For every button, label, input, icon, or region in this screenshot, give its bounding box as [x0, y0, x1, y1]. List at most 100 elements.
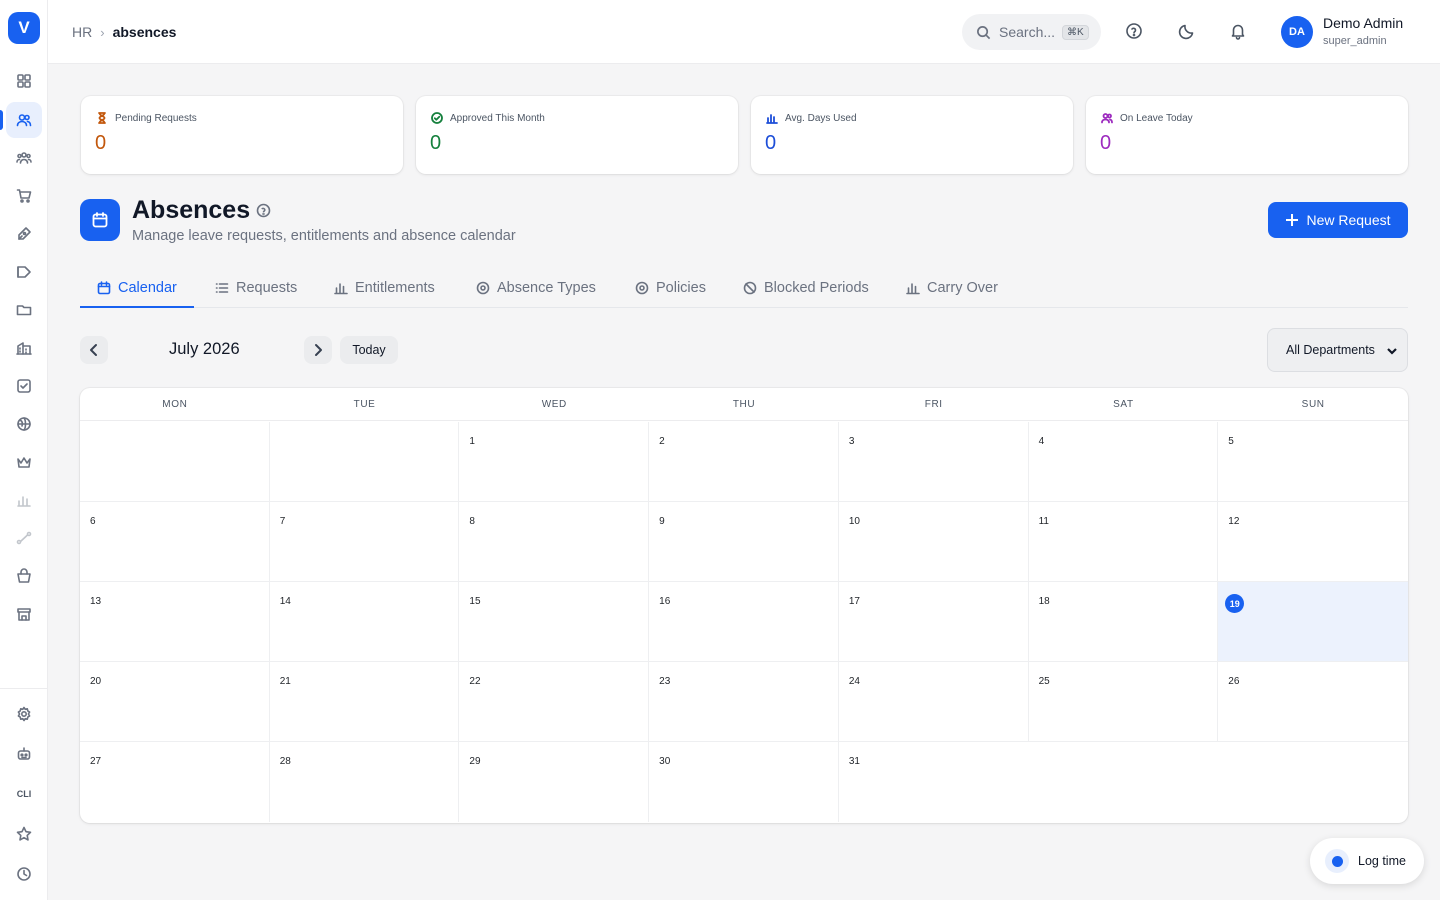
calendar-day-cell[interactable]: 22 [459, 662, 650, 742]
breadcrumb-current: absences [112, 24, 177, 40]
hourglass-icon [98, 112, 106, 124]
calendar-day-cell[interactable]: 11 [1028, 502, 1219, 582]
stat-label: Approved This Month [450, 112, 545, 124]
pen-icon[interactable] [6, 216, 42, 252]
day-number: 13 [90, 596, 102, 607]
calendar-day-cell[interactable]: 23 [649, 662, 839, 742]
next-month-button[interactable] [304, 336, 332, 364]
building-icon[interactable] [6, 330, 42, 366]
bar-chart-icon [906, 283, 920, 295]
calendar-day-cell[interactable]: 2 [649, 422, 839, 502]
tab-label: Absence Types [497, 280, 596, 296]
calendar-day-cell[interactable]: 14 [269, 582, 460, 662]
tab-carry-over[interactable]: Carry Over [906, 268, 998, 308]
calendar-day-cell[interactable]: 17 [838, 582, 1029, 662]
new-request-button[interactable]: New Request [1268, 202, 1408, 238]
moon-icon[interactable] [1178, 22, 1198, 42]
calendar-day-cell[interactable]: 8 [459, 502, 650, 582]
users-icon[interactable] [6, 102, 42, 138]
calendar-day-cell[interactable]: 12 [1218, 502, 1408, 582]
day-number: 26 [1228, 676, 1240, 687]
day-number: 17 [848, 596, 860, 607]
calendar-day-cell[interactable]: 1 [459, 422, 650, 502]
avatar[interactable]: DA [1281, 16, 1313, 48]
cart-icon[interactable] [6, 178, 42, 214]
log-time-button[interactable]: Log time [1310, 838, 1424, 884]
help-circle-icon[interactable] [256, 203, 271, 218]
calendar-day-cell[interactable]: 18 [1028, 582, 1219, 662]
weekday-label: MON [162, 398, 188, 410]
today-button[interactable]: Today [340, 336, 398, 364]
department-select-value: All Departments [1286, 343, 1375, 357]
calendar-day-cell[interactable]: 9 [649, 502, 839, 582]
tab-label: Carry Over [927, 280, 998, 296]
prev-month-button[interactable] [80, 336, 108, 364]
tab-entitlements[interactable]: Entitlements [334, 268, 435, 308]
weekday-label: FRI [924, 398, 943, 410]
app-logo[interactable]: V [8, 12, 40, 44]
chart-icon[interactable] [6, 482, 42, 518]
weekday-label: SAT [1113, 398, 1134, 410]
breadcrumb-hr[interactable]: HR [72, 24, 92, 40]
calendar-day-cell[interactable]: 13 [80, 582, 270, 662]
calendar-day-cell[interactable]: 4 [1028, 422, 1219, 502]
stat-card-pending: Pending Requests 0 [81, 96, 403, 174]
basket-icon[interactable] [6, 558, 42, 594]
calendar-day-cell[interactable]: 29 [459, 742, 650, 822]
calendar-day-cell[interactable] [269, 422, 460, 502]
calendar-day-cell[interactable]: 6 [80, 502, 270, 582]
day-number: 14 [279, 596, 291, 607]
tab-policies[interactable]: Policies [635, 268, 706, 308]
calendar-day-cell[interactable]: 28 [270, 742, 460, 822]
stat-label: Pending Requests [115, 112, 197, 124]
weekday-label: WED [541, 398, 567, 410]
tab-requests[interactable]: Requests [215, 268, 297, 308]
calendar-day-cell[interactable]: 3 [838, 422, 1029, 502]
calendar-day-cell[interactable]: 25 [1028, 662, 1219, 742]
store-icon[interactable] [6, 596, 42, 632]
crown-icon[interactable] [6, 444, 42, 480]
calendar-day-cell[interactable]: 21 [269, 662, 460, 742]
user-name[interactable]: Demo Admin [1323, 15, 1403, 31]
calendar-day-cell[interactable]: 10 [838, 502, 1029, 582]
day-number: 5 [1228, 436, 1234, 447]
bell-icon[interactable] [1229, 22, 1249, 42]
calendar-day-cell[interactable]: 20 [80, 662, 270, 742]
calendar-day-cell[interactable] [1029, 742, 1219, 822]
globe-icon[interactable] [6, 406, 42, 442]
calendar-day-cell[interactable]: 26 [1218, 662, 1408, 742]
gear-icon [635, 281, 649, 295]
team-icon[interactable] [6, 140, 42, 176]
stat-label: On Leave Today [1120, 112, 1193, 124]
day-number: 20 [90, 676, 102, 687]
department-select[interactable]: All Departments [1267, 328, 1408, 372]
dashboard-icon[interactable] [6, 63, 42, 99]
calendar-day-cell[interactable] [80, 422, 270, 502]
calendar-day-cell[interactable]: 31 [839, 742, 1029, 822]
help-icon[interactable] [1125, 22, 1145, 42]
calendar-day-cell[interactable]: 7 [269, 502, 460, 582]
route-icon[interactable] [6, 520, 42, 556]
star-icon[interactable] [6, 816, 42, 852]
settings-icon[interactable] [6, 696, 42, 732]
day-number: 24 [848, 676, 860, 687]
tab-calendar[interactable]: Calendar [97, 268, 177, 308]
calendar-day-cell[interactable]: 5 [1218, 422, 1408, 502]
calendar-day-cell[interactable]: 27 [80, 742, 270, 822]
tab-blocked-periods[interactable]: Blocked Periods [743, 268, 869, 308]
campaign-icon[interactable] [6, 254, 42, 290]
calendar-day-cell[interactable] [1218, 742, 1408, 822]
calendar-day-cell[interactable]: 16 [649, 582, 839, 662]
tab-absence-types[interactable]: Absence Types [476, 268, 596, 308]
clock-icon[interactable] [6, 856, 42, 892]
calendar-day-cell[interactable]: 30 [649, 742, 839, 822]
cli-button[interactable]: CLI [6, 776, 42, 812]
calendar-day-cell[interactable]: 15 [459, 582, 650, 662]
folder-icon[interactable] [6, 292, 42, 328]
search-box[interactable]: Search... ⌘K [962, 14, 1101, 50]
checkbox-icon[interactable] [6, 368, 42, 404]
robot-icon[interactable] [6, 736, 42, 772]
tab-label: Policies [656, 280, 706, 296]
calendar-day-cell[interactable]: 19 [1218, 582, 1408, 662]
calendar-day-cell[interactable]: 24 [838, 662, 1029, 742]
